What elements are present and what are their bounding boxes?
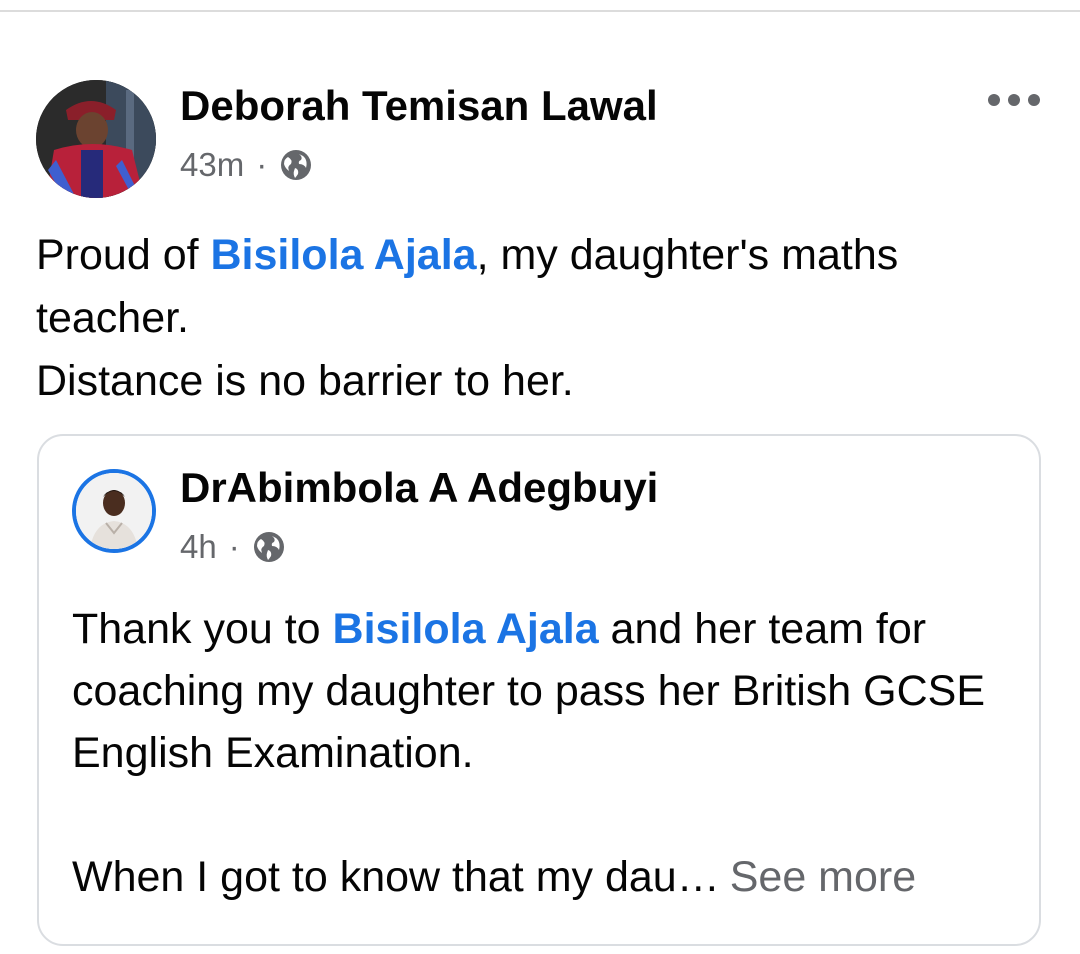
shared-timestamp[interactable]: 4h xyxy=(180,528,217,566)
meta-separator: · xyxy=(256,146,268,183)
more-dot xyxy=(1028,94,1040,106)
post-text-line: Distance is no barrier to her. xyxy=(36,357,574,405)
post-body: Proud of Bisilola Ajala, my daughter's m… xyxy=(36,224,1036,413)
post-meta: 43m · xyxy=(180,146,313,184)
shared-truncated-text: When I got to know that my dau… xyxy=(72,853,720,901)
post-author-name[interactable]: Deborah Temisan Lawal xyxy=(180,82,658,130)
author-avatar[interactable] xyxy=(36,80,156,198)
top-divider xyxy=(0,0,1080,12)
more-options-button[interactable] xyxy=(988,86,1052,114)
shared-mention-link[interactable]: Bisilola Ajala xyxy=(333,605,599,653)
more-dot xyxy=(988,94,1000,106)
more-dot xyxy=(1008,94,1020,106)
shared-post-body: Thank you to Bisilola Ajala and her team… xyxy=(72,598,1032,784)
shared-author-avatar[interactable] xyxy=(72,469,156,553)
see-more-link[interactable]: See more xyxy=(730,853,916,901)
shared-post-meta: 4h · xyxy=(180,528,286,566)
post-text-part: Proud of xyxy=(36,231,211,279)
post-mention-link[interactable]: Bisilola Ajala xyxy=(211,231,477,279)
shared-text-part: Thank you to xyxy=(72,605,333,653)
meta-separator: · xyxy=(228,528,240,565)
post-timestamp[interactable]: 43m xyxy=(180,146,244,184)
globe-icon xyxy=(252,530,286,564)
globe-icon xyxy=(279,148,313,182)
shared-author-name[interactable]: DrAbimbola A Adegbuyi xyxy=(180,464,658,512)
shared-post-truncated: When I got to know that my dau… See more xyxy=(72,846,1032,908)
